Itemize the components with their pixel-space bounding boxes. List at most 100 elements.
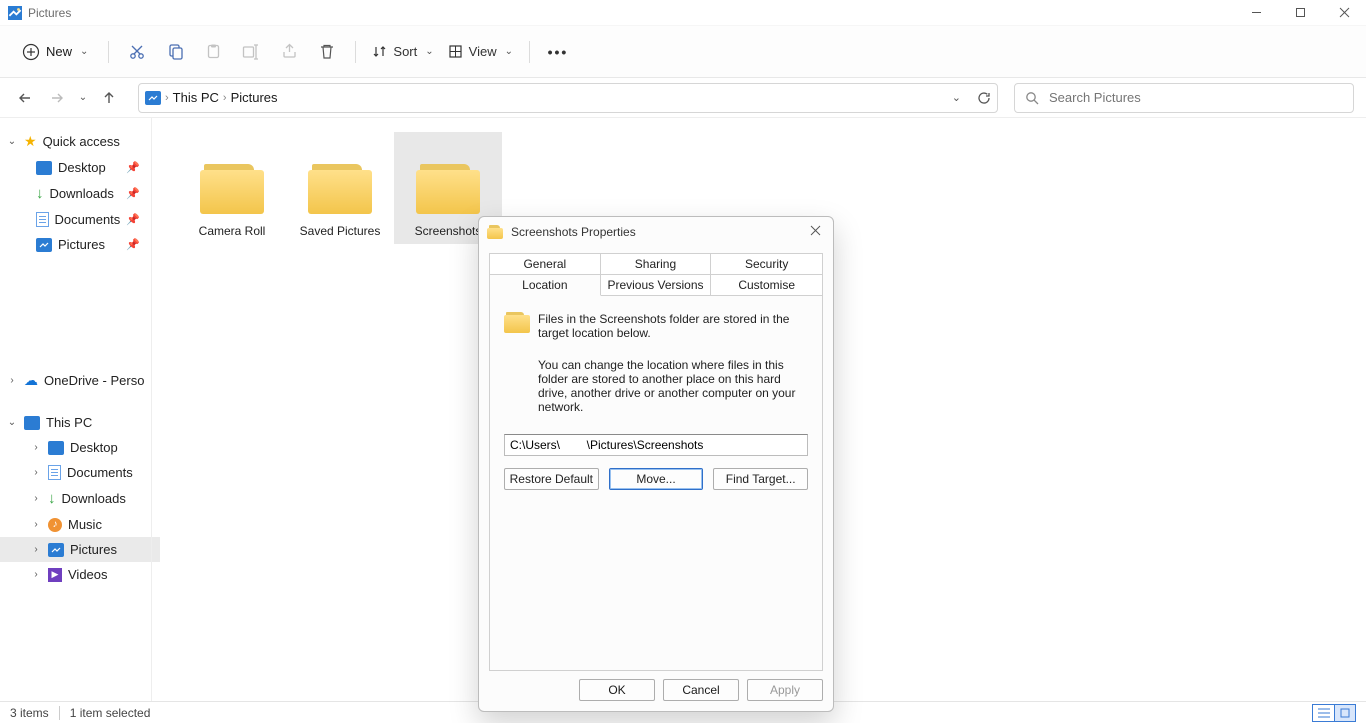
separator — [108, 41, 109, 63]
nav-up[interactable] — [96, 85, 122, 111]
tab-security[interactable]: Security — [711, 254, 822, 275]
chevron-right-icon: › — [30, 569, 42, 580]
sidebar-pc-pictures[interactable]: › Pictures — [0, 537, 160, 562]
paste-button[interactable] — [195, 34, 231, 70]
sidebar-label: Documents — [67, 465, 133, 480]
view-icon — [448, 44, 463, 59]
sidebar-quick-access[interactable]: ⌄ ★ Quick access — [0, 128, 160, 155]
rename-icon — [242, 44, 260, 60]
sidebar-pc-documents[interactable]: › Documents — [0, 460, 160, 485]
folder-icon — [487, 225, 503, 239]
nav-back[interactable] — [12, 85, 38, 111]
tab-general[interactable]: General — [490, 254, 601, 275]
location-path-input[interactable] — [504, 434, 808, 456]
chevron-down-icon[interactable]: ⌄ — [952, 91, 961, 104]
nav-recent[interactable]: ⌄ — [76, 85, 90, 111]
sidebar-label: Downloads — [50, 186, 114, 201]
new-button[interactable]: New ⌄ — [12, 39, 98, 65]
sidebar-this-pc[interactable]: ⌄ This PC — [0, 410, 160, 435]
folder-saved-pictures[interactable]: Saved Pictures — [286, 132, 394, 244]
share-button[interactable] — [271, 34, 307, 70]
view-button[interactable]: View ⌄ — [442, 40, 519, 63]
breadcrumb-seg[interactable]: This PC — [173, 90, 219, 105]
sidebar-onedrive[interactable]: › ☁ OneDrive - Perso — [0, 367, 160, 394]
refresh-icon[interactable] — [977, 91, 991, 105]
cancel-button[interactable]: Cancel — [663, 679, 739, 701]
folder-icon — [504, 312, 530, 334]
dialog-titlebar[interactable]: Screenshots Properties — [479, 217, 833, 247]
music-icon: ♪ — [48, 518, 62, 532]
sidebar-label: This PC — [46, 415, 92, 430]
details-view-button[interactable] — [1312, 704, 1334, 722]
sort-button[interactable]: Sort ⌄ — [366, 40, 439, 63]
cloud-icon: ☁ — [24, 372, 38, 389]
sidebar-pc-downloads[interactable]: › ↓ Downloads — [0, 485, 160, 512]
folder-label: Camera Roll — [199, 224, 266, 238]
search-input[interactable] — [1049, 90, 1343, 105]
dialog-body: Files in the Screenshots folder are stor… — [489, 296, 823, 671]
delete-button[interactable] — [309, 34, 345, 70]
chevron-right-icon: › — [30, 493, 42, 504]
chevron-right-icon: › — [165, 92, 169, 104]
tab-location[interactable]: Location — [490, 275, 601, 296]
sidebar-pc-desktop[interactable]: › Desktop — [0, 435, 160, 460]
dialog-info-line2: You can change the location where files … — [504, 358, 808, 414]
find-target-button[interactable]: Find Target... — [713, 468, 808, 490]
sort-icon — [372, 44, 387, 59]
folder-camera-roll[interactable]: Camera Roll — [178, 132, 286, 244]
app-icon — [8, 6, 22, 20]
tab-customise[interactable]: Customise — [711, 275, 822, 296]
star-icon: ★ — [24, 133, 37, 150]
minimize-button[interactable] — [1234, 0, 1278, 26]
sidebar-desktop[interactable]: Desktop 📌 — [0, 155, 160, 180]
dialog-title: Screenshots Properties — [511, 225, 636, 239]
nav-forward[interactable] — [44, 85, 70, 111]
restore-default-button[interactable]: Restore Default — [504, 468, 599, 490]
move-button[interactable]: Move... — [609, 468, 704, 490]
chevron-right-icon: › — [223, 92, 227, 104]
sidebar-label: OneDrive - Perso — [44, 373, 144, 388]
chevron-right-icon: › — [30, 442, 42, 453]
copy-button[interactable] — [157, 34, 193, 70]
sidebar-pc-videos[interactable]: › ▶ Videos — [0, 562, 160, 587]
breadcrumb-seg[interactable]: Pictures — [231, 90, 278, 105]
ok-button[interactable]: OK — [579, 679, 655, 701]
rename-button[interactable] — [233, 34, 269, 70]
more-button[interactable]: ••• — [540, 34, 576, 70]
dialog-info-line1: Files in the Screenshots folder are stor… — [538, 312, 808, 340]
more-icon: ••• — [548, 44, 569, 60]
sidebar-downloads[interactable]: ↓ Downloads 📌 — [0, 180, 160, 207]
sidebar-pc-music[interactable]: › ♪ Music — [0, 512, 160, 537]
video-icon: ▶ — [48, 568, 62, 582]
pc-icon — [24, 416, 40, 430]
document-icon — [48, 465, 61, 480]
search-box[interactable] — [1014, 83, 1354, 113]
sidebar-label: Documents — [55, 212, 121, 227]
copy-icon — [167, 43, 184, 60]
properties-dialog: Screenshots Properties General Sharing S… — [478, 216, 834, 712]
folder-icon — [200, 164, 264, 214]
folder-icon — [308, 164, 372, 214]
tab-sharing[interactable]: Sharing — [601, 254, 712, 275]
sidebar-label: Desktop — [58, 160, 106, 175]
dialog-close-button[interactable] — [806, 221, 825, 243]
sidebar-pictures[interactable]: Pictures 📌 — [0, 232, 160, 257]
close-button[interactable] — [1322, 0, 1366, 26]
pin-icon: 📌 — [126, 238, 140, 251]
apply-button[interactable]: Apply — [747, 679, 823, 701]
nav-row: ⌄ › This PC › Pictures ⌄ — [0, 78, 1366, 118]
folder-label: Screenshots — [415, 224, 482, 238]
desktop-icon — [36, 161, 52, 175]
document-icon — [36, 212, 49, 227]
chevron-down-icon: ⌄ — [6, 417, 18, 428]
chevron-right-icon: › — [30, 544, 42, 555]
icons-view-button[interactable] — [1334, 704, 1356, 722]
chevron-down-icon: ⌄ — [425, 46, 433, 57]
maximize-button[interactable] — [1278, 0, 1322, 26]
breadcrumb[interactable]: › This PC › Pictures ⌄ — [138, 83, 998, 113]
sidebar-documents[interactable]: Documents 📌 — [0, 207, 160, 232]
new-label: New — [46, 44, 72, 59]
plus-circle-icon — [22, 43, 40, 61]
tab-previous-versions[interactable]: Previous Versions — [601, 275, 712, 296]
cut-button[interactable] — [119, 34, 155, 70]
